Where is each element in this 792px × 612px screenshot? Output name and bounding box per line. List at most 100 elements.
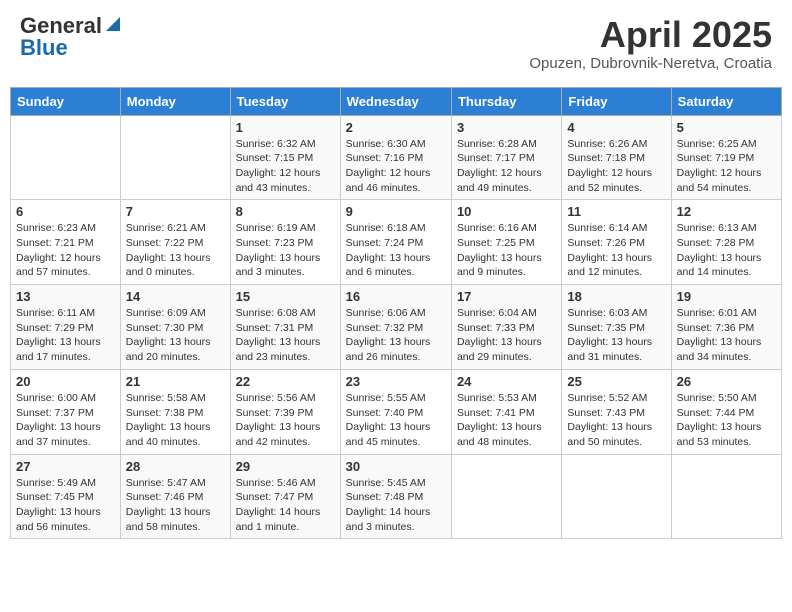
day-cell: 28Sunrise: 5:47 AM Sunset: 7:46 PM Dayli… xyxy=(120,454,230,539)
page-header: General Blue April 2025 Opuzen, Dubrovni… xyxy=(10,10,782,77)
day-cell: 24 Sunrise: 5:53 AM Sunset: 7:41 PM Dayli… xyxy=(451,369,561,454)
day-cell: 29 Sunrise: 5:46 AM Sunset: 7:47 PM Dayli… xyxy=(230,454,340,539)
day-number: 29 xyxy=(236,459,335,474)
day-number: 8 xyxy=(236,204,335,219)
day-cell: 7 Sunrise: 6:21 AM Sunset: 7:22 PM Daylig… xyxy=(120,200,230,285)
day-info: Sunrise: 6:01 AM Sunset: 7:36 PM Dayligh… xyxy=(677,306,776,365)
logo: General Blue xyxy=(20,15,122,59)
week-row-1: 1Sunrise: 6:32 AM Sunset: 7:15 PM Daylig… xyxy=(11,115,782,200)
day-cell xyxy=(120,115,230,200)
week-row-2: 6 Sunrise: 6:23 AM Sunset: 7:21 PM Daylig… xyxy=(11,200,782,285)
day-info: Sunrise: 6:26 AM Sunset: 7:18 PM Dayligh… xyxy=(567,137,665,196)
day-cell: 18 Sunrise: 6:03 AM Sunset: 7:35 PM Dayli… xyxy=(562,285,671,370)
day-info: Sunrise: 6:28 AM Sunset: 7:17 PM Dayligh… xyxy=(457,137,556,196)
day-number: 26 xyxy=(677,374,776,389)
day-info: Sunrise: 5:53 AM Sunset: 7:41 PM Dayligh… xyxy=(457,391,556,450)
day-cell: 10Sunrise: 6:16 AM Sunset: 7:25 PM Dayli… xyxy=(451,200,561,285)
calendar-table: SundayMondayTuesdayWednesdayThursdayFrid… xyxy=(10,87,782,540)
day-info: Sunrise: 6:30 AM Sunset: 7:16 PM Dayligh… xyxy=(346,137,446,196)
day-number: 2 xyxy=(346,120,446,135)
location-title: Opuzen, Dubrovnik-Neretva, Croatia xyxy=(529,55,772,72)
weekday-header-wednesday: Wednesday xyxy=(340,87,451,115)
day-cell: 9 Sunrise: 6:18 AM Sunset: 7:24 PM Daylig… xyxy=(340,200,451,285)
day-info: Sunrise: 6:19 AM Sunset: 7:23 PM Dayligh… xyxy=(236,221,335,280)
logo-triangle-icon xyxy=(104,15,122,33)
day-info: Sunrise: 6:14 AM Sunset: 7:26 PM Dayligh… xyxy=(567,221,665,280)
day-cell: 1Sunrise: 6:32 AM Sunset: 7:15 PM Daylig… xyxy=(230,115,340,200)
day-number: 12 xyxy=(677,204,776,219)
day-cell: 11 Sunrise: 6:14 AM Sunset: 7:26 PM Dayli… xyxy=(562,200,671,285)
week-row-4: 20Sunrise: 6:00 AM Sunset: 7:37 PM Dayli… xyxy=(11,369,782,454)
day-cell: 25 Sunrise: 5:52 AM Sunset: 7:43 PM Dayli… xyxy=(562,369,671,454)
day-cell: 15 Sunrise: 6:08 AM Sunset: 7:31 PM Dayli… xyxy=(230,285,340,370)
day-number: 24 xyxy=(457,374,556,389)
day-number: 9 xyxy=(346,204,446,219)
day-info: Sunrise: 6:09 AM Sunset: 7:30 PM Dayligh… xyxy=(126,306,225,365)
day-info: Sunrise: 6:16 AM Sunset: 7:25 PM Dayligh… xyxy=(457,221,556,280)
day-cell: 23 Sunrise: 5:55 AM Sunset: 7:40 PM Dayli… xyxy=(340,369,451,454)
day-cell: 2 Sunrise: 6:30 AM Sunset: 7:16 PM Daylig… xyxy=(340,115,451,200)
day-info: Sunrise: 5:50 AM Sunset: 7:44 PM Dayligh… xyxy=(677,391,776,450)
day-cell: 30 Sunrise: 5:45 AM Sunset: 7:48 PM Dayli… xyxy=(340,454,451,539)
weekday-header-monday: Monday xyxy=(120,87,230,115)
day-number: 7 xyxy=(126,204,225,219)
day-info: Sunrise: 6:03 AM Sunset: 7:35 PM Dayligh… xyxy=(567,306,665,365)
day-number: 13 xyxy=(16,289,115,304)
day-cell: 27 Sunrise: 5:49 AM Sunset: 7:45 PM Dayli… xyxy=(11,454,121,539)
day-cell: 14 Sunrise: 6:09 AM Sunset: 7:30 PM Dayli… xyxy=(120,285,230,370)
day-info: Sunrise: 5:52 AM Sunset: 7:43 PM Dayligh… xyxy=(567,391,665,450)
day-info: Sunrise: 5:46 AM Sunset: 7:47 PM Dayligh… xyxy=(236,476,335,535)
day-info: Sunrise: 6:21 AM Sunset: 7:22 PM Dayligh… xyxy=(126,221,225,280)
day-cell: 22Sunrise: 5:56 AM Sunset: 7:39 PM Dayli… xyxy=(230,369,340,454)
day-cell: 6 Sunrise: 6:23 AM Sunset: 7:21 PM Daylig… xyxy=(11,200,121,285)
day-cell xyxy=(671,454,781,539)
day-number: 30 xyxy=(346,459,446,474)
day-cell xyxy=(11,115,121,200)
day-info: Sunrise: 6:23 AM Sunset: 7:21 PM Dayligh… xyxy=(16,221,115,280)
day-cell: 4Sunrise: 6:26 AM Sunset: 7:18 PM Daylig… xyxy=(562,115,671,200)
day-info: Sunrise: 5:55 AM Sunset: 7:40 PM Dayligh… xyxy=(346,391,446,450)
day-cell: 20Sunrise: 6:00 AM Sunset: 7:37 PM Dayli… xyxy=(11,369,121,454)
weekday-header-friday: Friday xyxy=(562,87,671,115)
day-number: 15 xyxy=(236,289,335,304)
day-number: 3 xyxy=(457,120,556,135)
day-number: 25 xyxy=(567,374,665,389)
title-block: April 2025 Opuzen, Dubrovnik-Neretva, Cr… xyxy=(529,15,772,72)
day-cell: 21 Sunrise: 5:58 AM Sunset: 7:38 PM Dayli… xyxy=(120,369,230,454)
day-number: 27 xyxy=(16,459,115,474)
day-number: 1 xyxy=(236,120,335,135)
day-info: Sunrise: 5:47 AM Sunset: 7:46 PM Dayligh… xyxy=(126,476,225,535)
weekday-header-sunday: Sunday xyxy=(11,87,121,115)
logo-general-text: General xyxy=(20,15,102,37)
day-cell: 13 Sunrise: 6:11 AM Sunset: 7:29 PM Dayli… xyxy=(11,285,121,370)
day-number: 11 xyxy=(567,204,665,219)
day-info: Sunrise: 6:04 AM Sunset: 7:33 PM Dayligh… xyxy=(457,306,556,365)
day-info: Sunrise: 6:18 AM Sunset: 7:24 PM Dayligh… xyxy=(346,221,446,280)
day-number: 19 xyxy=(677,289,776,304)
day-cell: 26 Sunrise: 5:50 AM Sunset: 7:44 PM Dayli… xyxy=(671,369,781,454)
day-info: Sunrise: 6:11 AM Sunset: 7:29 PM Dayligh… xyxy=(16,306,115,365)
day-info: Sunrise: 5:45 AM Sunset: 7:48 PM Dayligh… xyxy=(346,476,446,535)
day-info: Sunrise: 5:58 AM Sunset: 7:38 PM Dayligh… xyxy=(126,391,225,450)
day-number: 22 xyxy=(236,374,335,389)
day-info: Sunrise: 6:06 AM Sunset: 7:32 PM Dayligh… xyxy=(346,306,446,365)
day-number: 6 xyxy=(16,204,115,219)
day-cell xyxy=(451,454,561,539)
day-number: 21 xyxy=(126,374,225,389)
weekday-header-thursday: Thursday xyxy=(451,87,561,115)
weekday-header-saturday: Saturday xyxy=(671,87,781,115)
day-number: 18 xyxy=(567,289,665,304)
month-title: April 2025 xyxy=(529,15,772,55)
day-number: 20 xyxy=(16,374,115,389)
weekday-header-row: SundayMondayTuesdayWednesdayThursdayFrid… xyxy=(11,87,782,115)
day-number: 17 xyxy=(457,289,556,304)
day-number: 23 xyxy=(346,374,446,389)
day-number: 5 xyxy=(677,120,776,135)
day-cell xyxy=(562,454,671,539)
day-info: Sunrise: 6:25 AM Sunset: 7:19 PM Dayligh… xyxy=(677,137,776,196)
day-info: Sunrise: 6:08 AM Sunset: 7:31 PM Dayligh… xyxy=(236,306,335,365)
week-row-3: 13 Sunrise: 6:11 AM Sunset: 7:29 PM Dayli… xyxy=(11,285,782,370)
day-cell: 19 Sunrise: 6:01 AM Sunset: 7:36 PM Dayli… xyxy=(671,285,781,370)
day-number: 14 xyxy=(126,289,225,304)
day-info: Sunrise: 5:49 AM Sunset: 7:45 PM Dayligh… xyxy=(16,476,115,535)
